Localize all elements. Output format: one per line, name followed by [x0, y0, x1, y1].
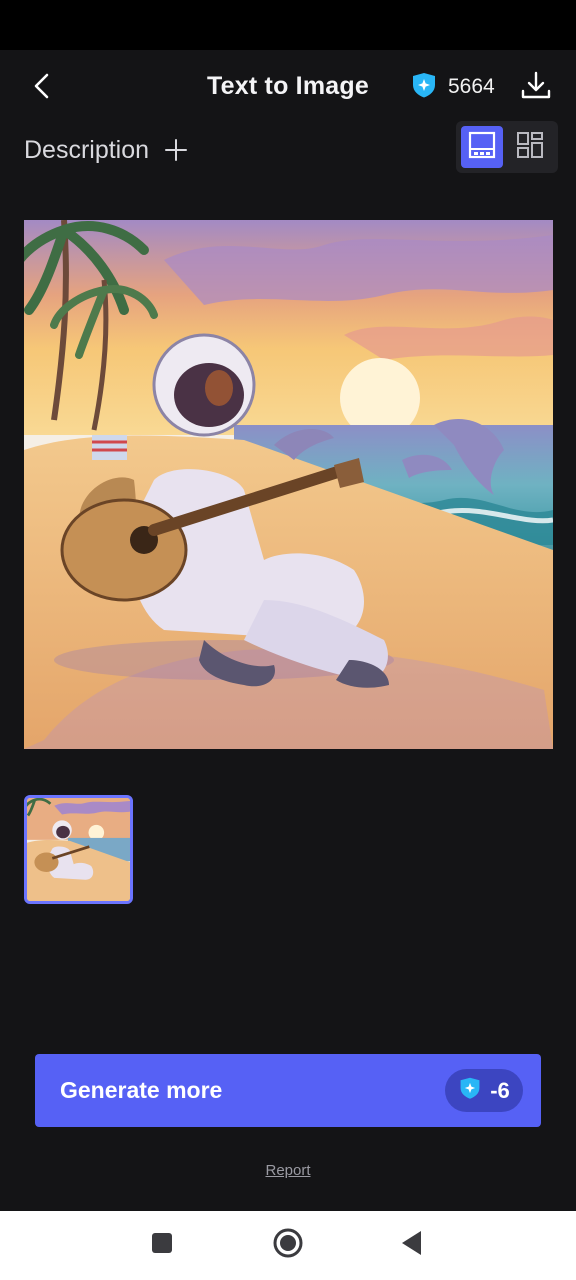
credits-balance[interactable]: 5664 — [410, 72, 495, 102]
system-nav-bar — [0, 1211, 576, 1280]
top-bar: Text to Image 5664 — [0, 50, 576, 124]
credits-value: 5664 — [448, 75, 495, 98]
grid-view-icon — [516, 131, 544, 164]
triangle-back-icon — [400, 1230, 424, 1261]
report-link[interactable]: Report — [0, 1162, 576, 1179]
recent-apps-button[interactable] — [132, 1211, 192, 1280]
square-icon — [151, 1232, 173, 1259]
single-view-icon — [468, 131, 496, 164]
generate-more-label: Generate more — [60, 1077, 223, 1103]
description-label: Description — [24, 135, 150, 164]
image-thumbnail[interactable] — [24, 795, 133, 904]
generation-cost: -6 — [490, 1077, 510, 1103]
home-button[interactable] — [258, 1211, 318, 1280]
circle-icon — [273, 1228, 303, 1263]
generation-cost-badge: -6 — [445, 1069, 523, 1112]
generated-image[interactable] — [24, 220, 553, 749]
back-nav-button[interactable] — [382, 1211, 442, 1280]
description-row: Description — [24, 130, 189, 170]
status-bar — [0, 0, 576, 50]
grid-view-button[interactable] — [509, 126, 551, 168]
credit-shield-icon — [458, 1076, 482, 1105]
download-icon — [520, 71, 552, 106]
view-mode-toggle — [456, 121, 558, 173]
single-view-button[interactable] — [461, 126, 503, 168]
generate-more-button[interactable]: Generate more -6 — [35, 1054, 541, 1127]
credit-shield-icon — [410, 71, 438, 104]
download-button[interactable] — [516, 70, 556, 106]
plus-icon[interactable] — [163, 137, 189, 163]
